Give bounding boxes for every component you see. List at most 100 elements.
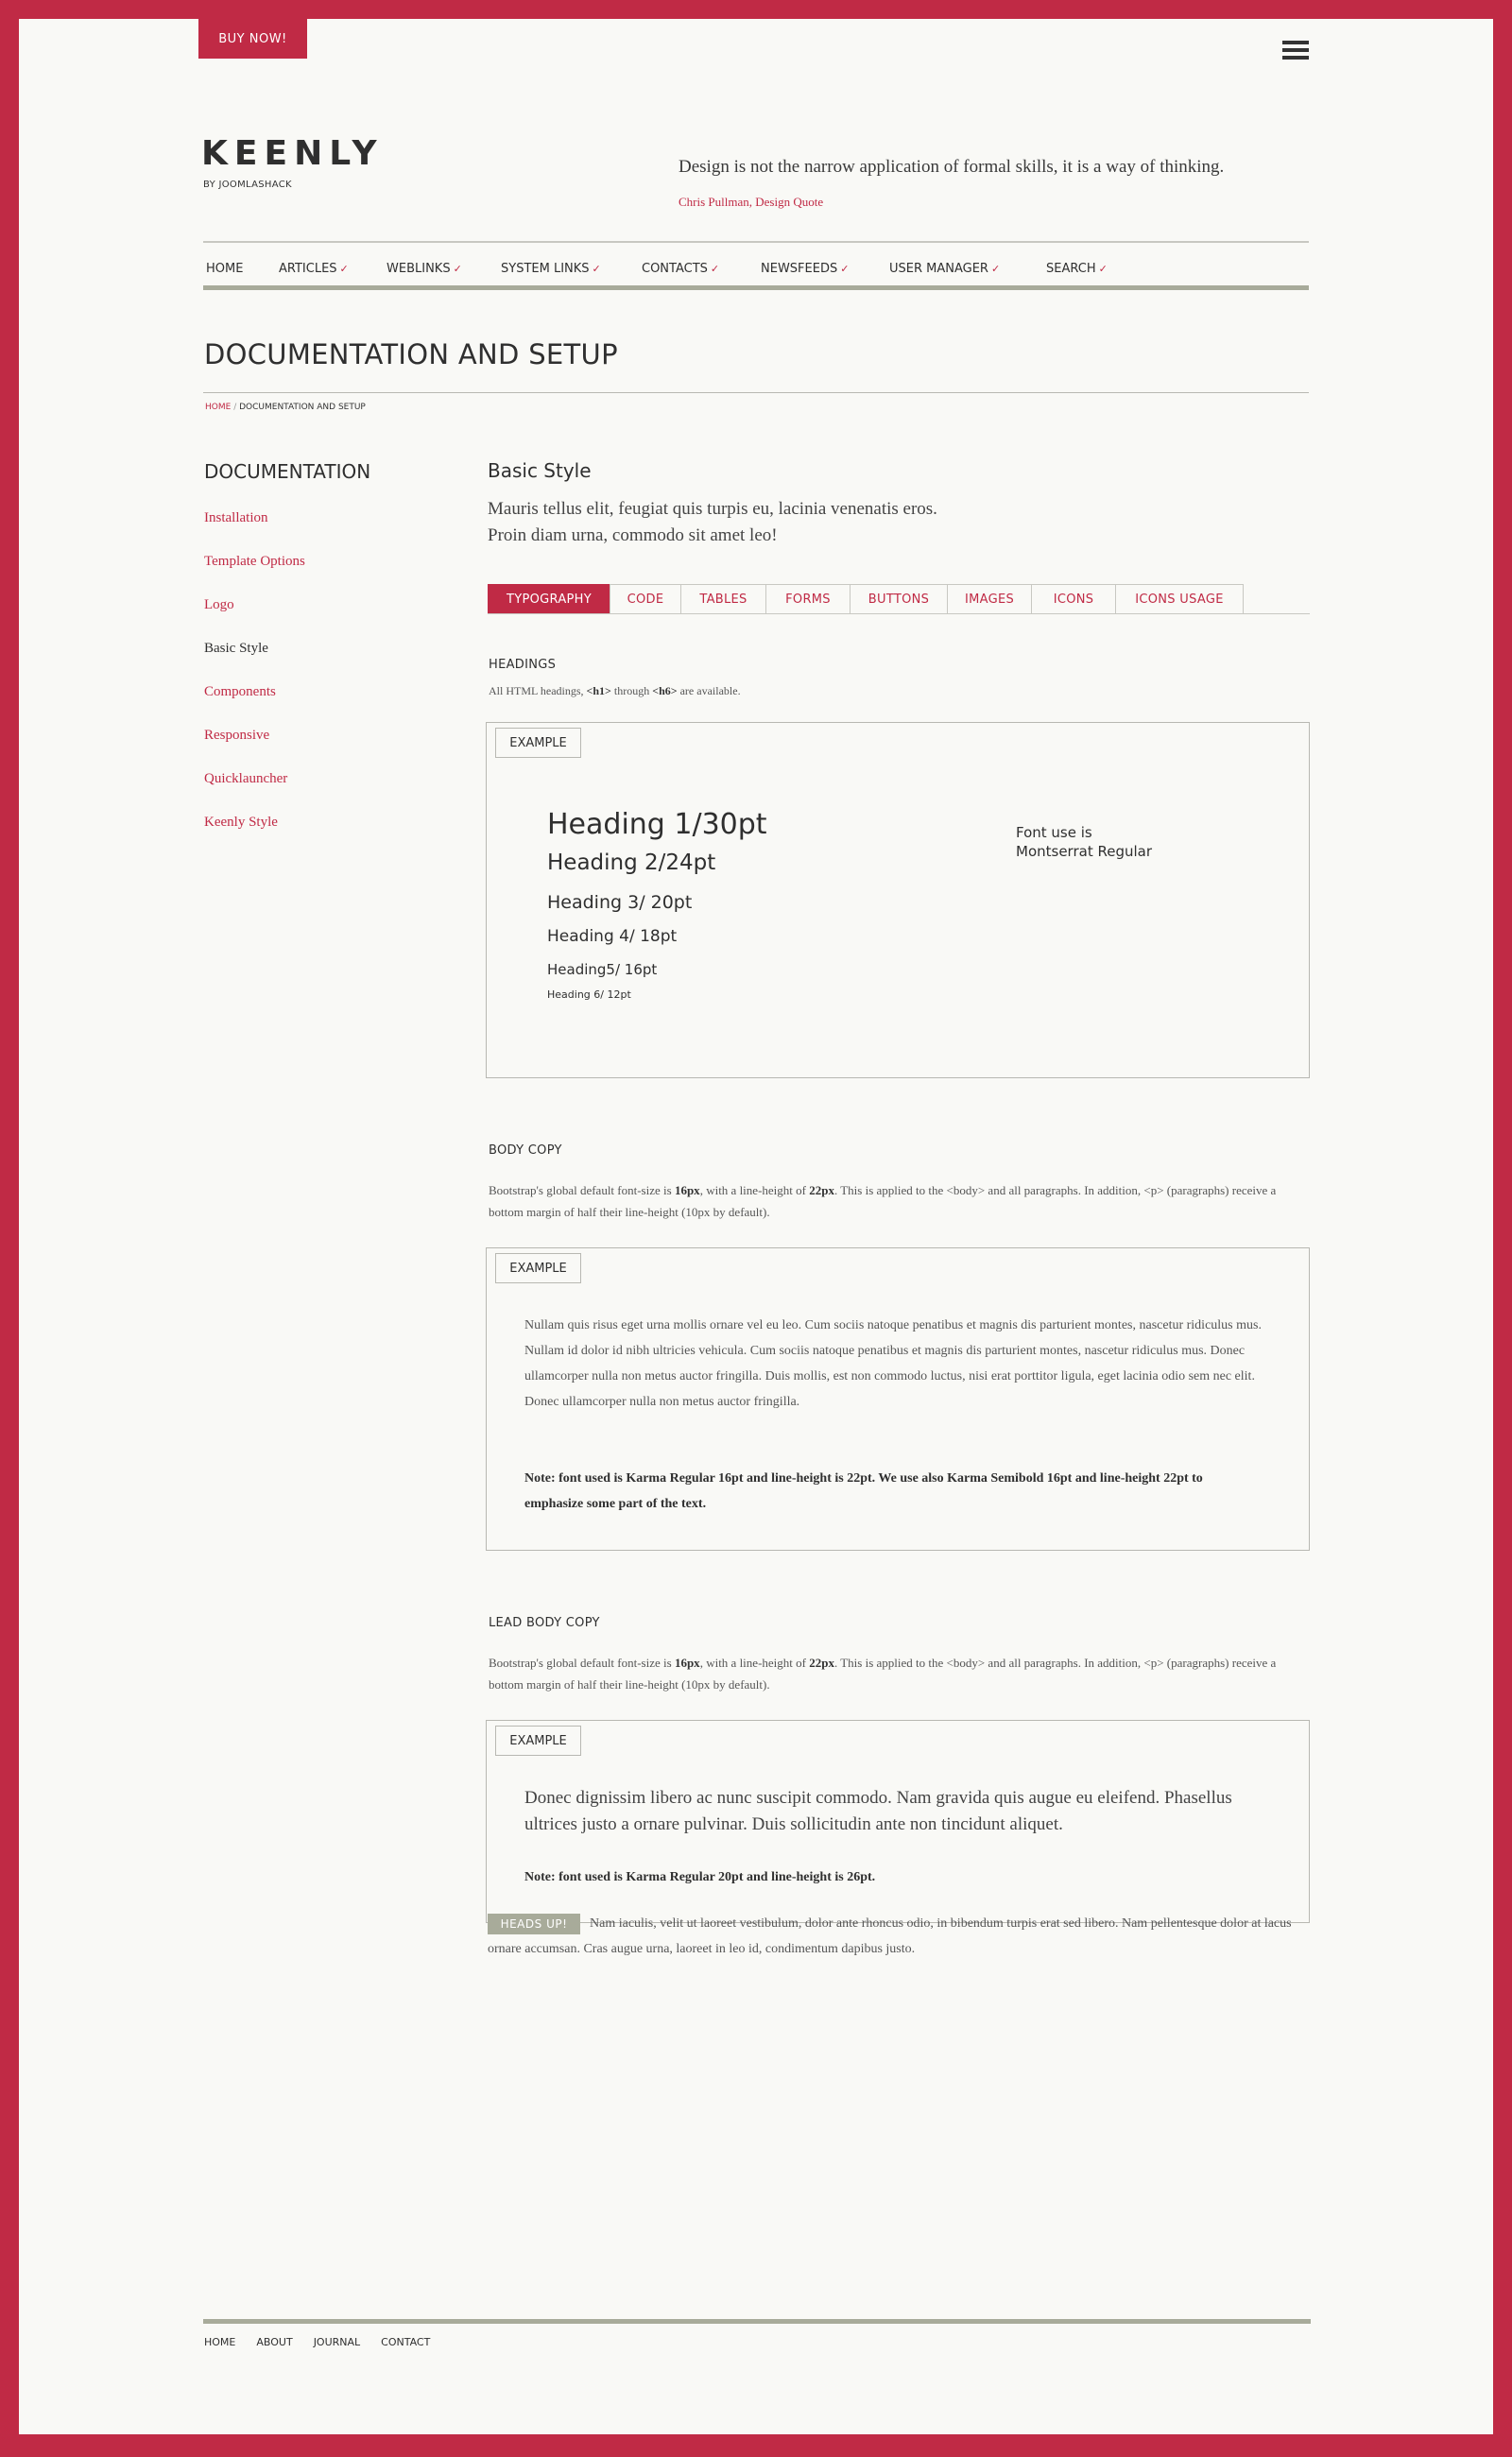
nav-item-label: ARTICLES: [279, 262, 337, 276]
footer-link-about[interactable]: ABOUT: [256, 2336, 292, 2348]
font-note-line: Montserrat Regular: [1016, 843, 1152, 860]
body-copy-note: Note: font used is Karma Regular 16pt an…: [524, 1471, 1203, 1511]
sidebar-title: DOCUMENTATION: [204, 460, 371, 483]
breadcrumb-home[interactable]: HOME: [205, 403, 231, 412]
sidebar-item-quicklauncher[interactable]: Quicklauncher: [204, 771, 305, 815]
nav-item-search[interactable]: SEARCH ✓: [1046, 262, 1108, 276]
desc-text: are available.: [677, 684, 741, 697]
desc-emphasis: 16px: [674, 1656, 700, 1670]
sidebar-item-basic-style[interactable]: Basic Style: [204, 641, 305, 684]
sidebar-nav: Installation Template Options Logo Basic…: [204, 510, 305, 858]
body-copy-paragraph: Nullam quis risus eget urna mollis ornar…: [524, 1318, 1262, 1409]
desc-text: , with a line-height of: [699, 1656, 810, 1670]
nav-item-label: HOME: [206, 262, 244, 276]
heading-2-sample: Heading 2/24pt: [547, 850, 716, 875]
page-frame: BUY NOW! KEENLY BY JOOMLASHACK Design is…: [19, 19, 1493, 2434]
header-quote: Design is not the narrow application of …: [679, 157, 1225, 177]
desc-emphasis: 22px: [809, 1183, 834, 1197]
tab-typography[interactable]: TYPOGRAPHY: [488, 584, 610, 614]
lead-copy-description: Bootstrap's global default font-size is …: [489, 1652, 1309, 1695]
sidebar-item-components[interactable]: Components: [204, 684, 305, 728]
tab-code[interactable]: CODE: [610, 584, 680, 614]
headings-example: EXAMPLE Heading 1/30pt Heading 2/24pt He…: [486, 722, 1310, 1078]
chevron-down-icon: ✓: [453, 263, 462, 275]
heading-1-sample: Heading 1/30pt: [547, 808, 767, 841]
buy-now-button[interactable]: BUY NOW!: [198, 19, 307, 59]
footer-link-journal[interactable]: JOURNAL: [314, 2336, 360, 2348]
example-tag: EXAMPLE: [495, 728, 581, 758]
example-tag: EXAMPLE: [495, 1726, 581, 1756]
footer-nav: HOME ABOUT JOURNAL CONTACT: [204, 2336, 451, 2348]
nav-item-label: CONTACTS: [642, 262, 708, 276]
lead-copy-paragraph: Donec dignissim libero ac nunc suscipit …: [524, 1788, 1232, 1834]
nav-item-weblinks[interactable]: WEBLINKS ✓: [387, 262, 501, 276]
sidebar-item-responsive[interactable]: Responsive: [204, 728, 305, 771]
nav-divider-top: [203, 241, 1309, 243]
breadcrumb: HOME / DOCUMENTATION AND SETUP: [205, 403, 366, 412]
chevron-down-icon: ✓: [592, 263, 601, 275]
nav-divider-bottom: [203, 285, 1309, 290]
tab-tables[interactable]: TABLES: [680, 584, 765, 614]
tab-images[interactable]: IMAGES: [947, 584, 1031, 614]
chevron-down-icon: ✓: [990, 263, 1001, 275]
desc-text: , with a line-height of: [699, 1183, 810, 1197]
chevron-down-icon: ✓: [840, 263, 850, 275]
chevron-down-icon: ✓: [710, 263, 720, 275]
lead-text: Mauris tellus elit, feugiat quis turpis …: [488, 496, 1149, 549]
tab-icons-usage[interactable]: ICONS USAGE: [1115, 584, 1244, 614]
nav-item-label: NEWSFEEDS: [761, 262, 838, 276]
lead-copy-label: LEAD BODY COPY: [489, 1616, 600, 1630]
logo-tagline: BY JOOMLASHACK: [203, 180, 292, 190]
heading-6-sample: Heading 6/ 12pt: [547, 988, 631, 1001]
footer-divider: [203, 2319, 1311, 2324]
desc-text: through: [610, 684, 653, 697]
chevron-down-icon: ✓: [339, 263, 349, 275]
body-copy-description: Bootstrap's global default font-size is …: [489, 1179, 1309, 1223]
nav-item-newsfeeds[interactable]: NEWSFEEDS ✓: [761, 262, 889, 276]
nav-item-system-links[interactable]: SYSTEM LINKS ✓: [501, 262, 642, 276]
heads-up-text: Nam iaculis, velit ut laoreet vestibulum…: [488, 1916, 1292, 1956]
desc-code: <h6>: [652, 684, 678, 697]
breadcrumb-separator: /: [233, 403, 237, 412]
lead-copy-example: EXAMPLE Donec dignissim libero ac nunc s…: [486, 1720, 1310, 1923]
sidebar-item-template-options[interactable]: Template Options: [204, 554, 305, 597]
desc-text: All HTML headings,: [489, 684, 587, 697]
sidebar-item-logo[interactable]: Logo: [204, 597, 305, 641]
tab-forms[interactable]: FORMS: [765, 584, 850, 614]
nav-item-label: SYSTEM LINKS: [501, 262, 590, 276]
desc-emphasis: 16px: [674, 1183, 700, 1197]
nav-item-articles[interactable]: ARTICLES ✓: [279, 262, 387, 276]
headings-description: All HTML headings, <h1> through <h6> are…: [489, 680, 1309, 702]
main-nav: HOME ARTICLES ✓ WEBLINKS ✓ SYSTEM LINKS ✓ C…: [206, 262, 1108, 276]
lead-copy-note: Note: font used is Karma Regular 20pt an…: [524, 1870, 876, 1884]
desc-text: Bootstrap's global default font-size is: [489, 1656, 675, 1670]
nav-item-home[interactable]: HOME: [206, 262, 279, 276]
section-heading: Basic Style: [488, 459, 592, 482]
menu-icon[interactable]: [1282, 40, 1309, 60]
logo[interactable]: KEENLY: [201, 134, 384, 173]
nav-item-label: WEBLINKS: [387, 262, 451, 276]
desc-text: Bootstrap's global default font-size is: [489, 1183, 675, 1197]
sidebar-item-keenly-style[interactable]: Keenly Style: [204, 815, 305, 858]
footer-link-home[interactable]: HOME: [204, 2336, 235, 2348]
lead-line: Proin diam urna, commodo sit amet leo!: [488, 525, 778, 545]
headings-label: HEADINGS: [489, 658, 557, 672]
quote-author: Chris Pullman, Design Quote: [679, 195, 824, 209]
lead-line: Mauris tellus elit, feugiat quis turpis …: [488, 499, 937, 519]
font-note-line: Font use is: [1016, 824, 1092, 841]
example-tag: EXAMPLE: [495, 1253, 581, 1283]
tab-icons[interactable]: ICONS: [1031, 584, 1115, 614]
desc-code: <h1>: [586, 684, 611, 697]
nav-item-contacts[interactable]: CONTACTS ✓: [642, 262, 761, 276]
title-divider: [203, 392, 1309, 393]
heads-up-badge: HEADS UP!: [488, 1914, 580, 1934]
page-title: DOCUMENTATION AND SETUP: [204, 338, 618, 370]
sidebar-item-installation[interactable]: Installation: [204, 510, 305, 554]
heading-3-sample: Heading 3/ 20pt: [547, 892, 693, 913]
nav-item-user-manager[interactable]: USER MANAGER ✓: [889, 262, 1046, 276]
heading-4-sample: Heading 4/ 18pt: [547, 927, 678, 946]
style-tabs: TYPOGRAPHY CODE TABLES FORMS BUTTONS IMA…: [488, 584, 1244, 614]
tab-buttons[interactable]: BUTTONS: [850, 584, 947, 614]
footer-link-contact[interactable]: CONTACT: [381, 2336, 430, 2348]
nav-item-label: SEARCH: [1046, 262, 1096, 276]
